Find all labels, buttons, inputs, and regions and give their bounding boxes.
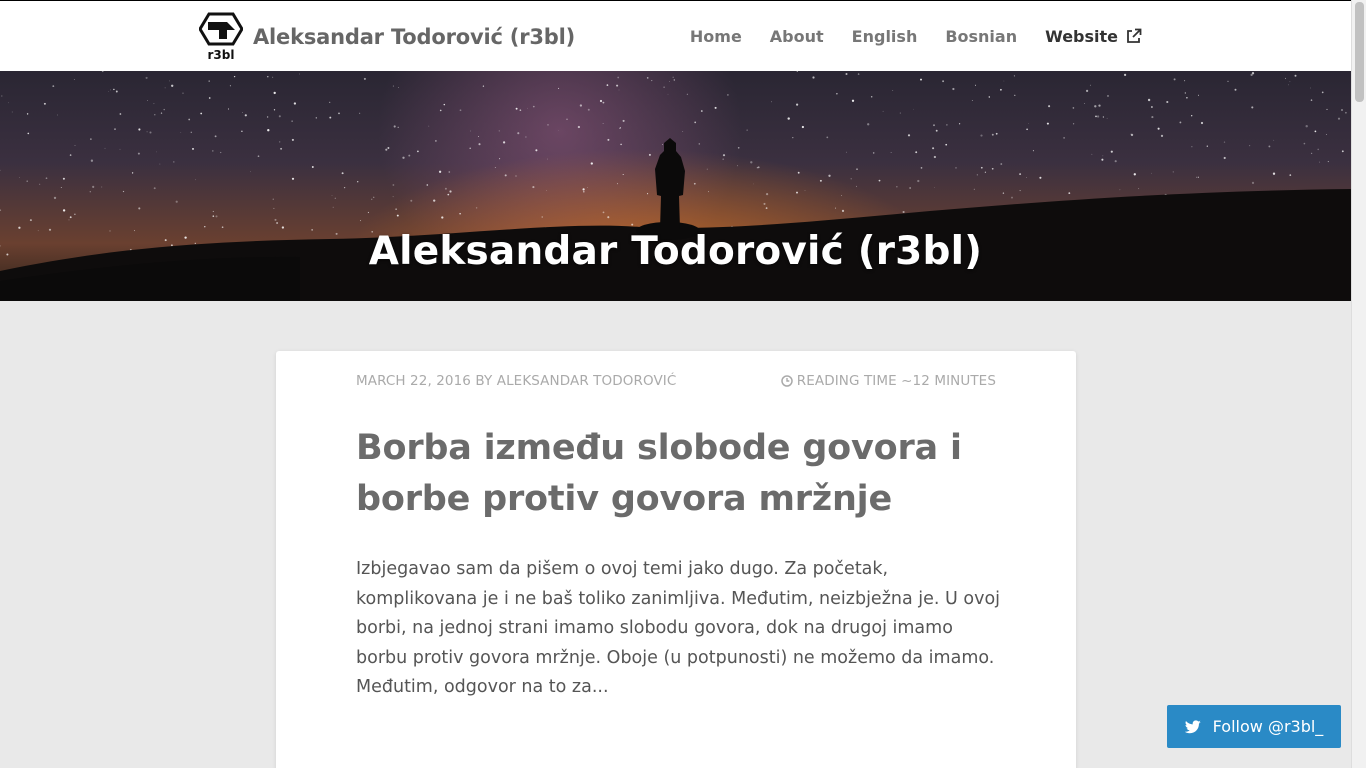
nav-item-bosnian[interactable]: Bosnian — [931, 27, 1031, 46]
reading-time: READING TIME ~12 MINUTES — [781, 373, 996, 389]
post-excerpt: Izbjegavao sam da pišem o ovoj temi jako… — [356, 559, 1001, 698]
twitter-icon — [1184, 719, 1201, 733]
site-brand-link[interactable]: r3bl Aleksandar Todorović (r3bl) — [199, 11, 575, 63]
hero-title: Aleksandar Todorović (r3bl) — [368, 229, 983, 274]
clock-icon — [781, 375, 793, 387]
external-link-icon — [1127, 28, 1142, 43]
nav-item-home[interactable]: Home — [676, 27, 756, 46]
r3bl-logo-icon: r3bl — [199, 12, 243, 62]
follow-label: Follow @r3bl_ — [1212, 717, 1324, 736]
logo-text: r3bl — [208, 48, 235, 62]
post-meta: MARCH 22, 2016 BY ALEKSANDAR TODOROVIĆ R… — [356, 373, 996, 389]
site-title: Aleksandar Todorović (r3bl) — [253, 25, 575, 49]
nav-item-about[interactable]: About — [756, 27, 838, 46]
top-navbar: r3bl Aleksandar Todorović (r3bl) Home Ab… — [0, 0, 1351, 71]
nav-item-english[interactable]: English — [838, 27, 932, 46]
post-title-link[interactable]: Borba između slobode govora i borbe prot… — [356, 423, 996, 525]
twitter-follow-button[interactable]: Follow @r3bl_ — [1167, 705, 1341, 748]
hero-banner: Aleksandar Todorović (r3bl) — [0, 71, 1351, 301]
reading-time-label: READING TIME ~12 MINUTES — [796, 373, 996, 389]
scrollbar-thumb[interactable] — [1355, 2, 1364, 102]
post-date-author: MARCH 22, 2016 BY ALEKSANDAR TODOROVIĆ — [356, 373, 677, 389]
main-nav: Home About English Bosnian Website — [676, 1, 1156, 71]
nav-item-website[interactable]: Website — [1031, 27, 1156, 46]
page-scrollbar[interactable] — [1351, 0, 1366, 768]
nav-item-website-label: Website — [1045, 26, 1118, 46]
post-card: MARCH 22, 2016 BY ALEKSANDAR TODOROVIĆ R… — [276, 351, 1076, 768]
